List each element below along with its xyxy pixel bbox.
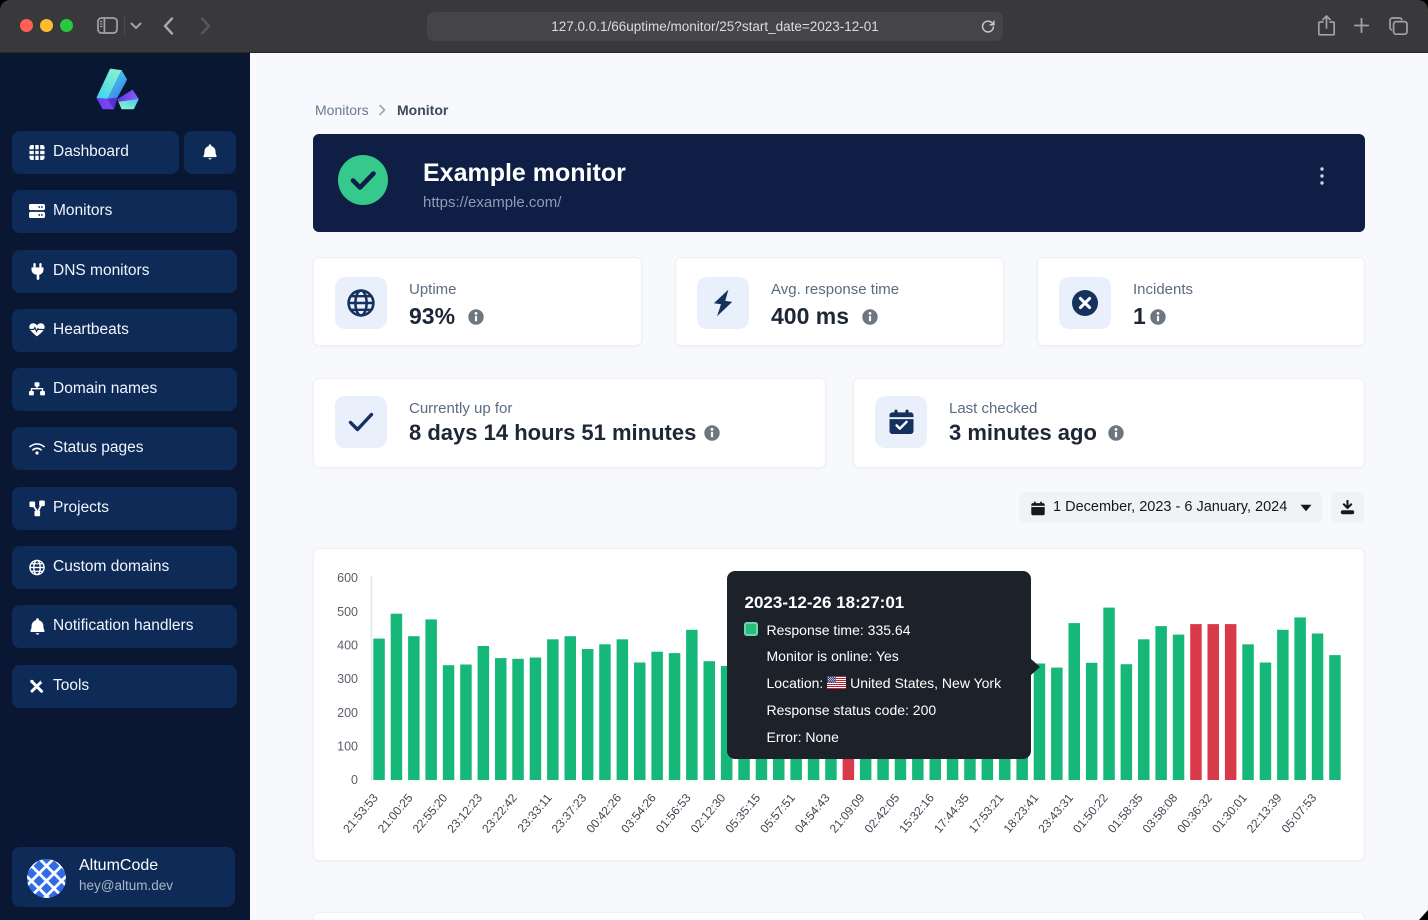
svg-text:600: 600: [337, 571, 358, 585]
svg-text:01:58:35: 01:58:35: [1105, 791, 1146, 836]
svg-text:15:32:16: 15:32:16: [896, 791, 937, 836]
svg-text:200: 200: [337, 706, 358, 720]
svg-text:05:07:53: 05:07:53: [1279, 791, 1320, 836]
svg-text:00:42:26: 00:42:26: [583, 791, 624, 836]
svg-text:03:58:08: 03:58:08: [1140, 791, 1181, 836]
svg-text:05:35:15: 05:35:15: [722, 791, 763, 836]
svg-text:00:36:32: 00:36:32: [1174, 791, 1215, 836]
svg-text:300: 300: [337, 672, 358, 686]
svg-text:17:44:35: 17:44:35: [931, 791, 972, 836]
svg-text:01:30:01: 01:30:01: [1209, 791, 1250, 836]
svg-text:02:12:30: 02:12:30: [688, 791, 729, 836]
svg-text:23:33:11: 23:33:11: [515, 791, 555, 835]
svg-text:21:00:25: 21:00:25: [375, 791, 416, 836]
svg-text:04:54:43: 04:54:43: [792, 791, 833, 836]
svg-text:23:12:23: 23:12:23: [444, 791, 485, 836]
svg-text:01:50:22: 01:50:22: [1070, 791, 1111, 836]
svg-text:01:56:53: 01:56:53: [653, 791, 694, 836]
svg-text:22:55:20: 22:55:20: [410, 791, 451, 836]
svg-text:21:53:53: 21:53:53: [340, 791, 381, 836]
svg-text:500: 500: [337, 605, 358, 619]
svg-text:05:57:51: 05:57:51: [757, 791, 798, 836]
svg-text:21:09:09: 21:09:09: [827, 791, 868, 836]
svg-text:17:53:21: 17:53:21: [966, 791, 1007, 836]
svg-text:23:43:31: 23:43:31: [1035, 791, 1076, 836]
svg-text:23:22:42: 23:22:42: [479, 791, 520, 836]
svg-text:23:37:23: 23:37:23: [549, 791, 590, 836]
svg-text:100: 100: [337, 740, 358, 754]
svg-text:03:54:26: 03:54:26: [618, 791, 659, 836]
svg-text:0: 0: [351, 773, 358, 787]
svg-text:22:13:39: 22:13:39: [1244, 791, 1285, 836]
svg-text:18:23:41: 18:23:41: [1001, 791, 1042, 836]
svg-text:400: 400: [337, 639, 358, 653]
svg-text:02:42:05: 02:42:05: [862, 791, 903, 836]
